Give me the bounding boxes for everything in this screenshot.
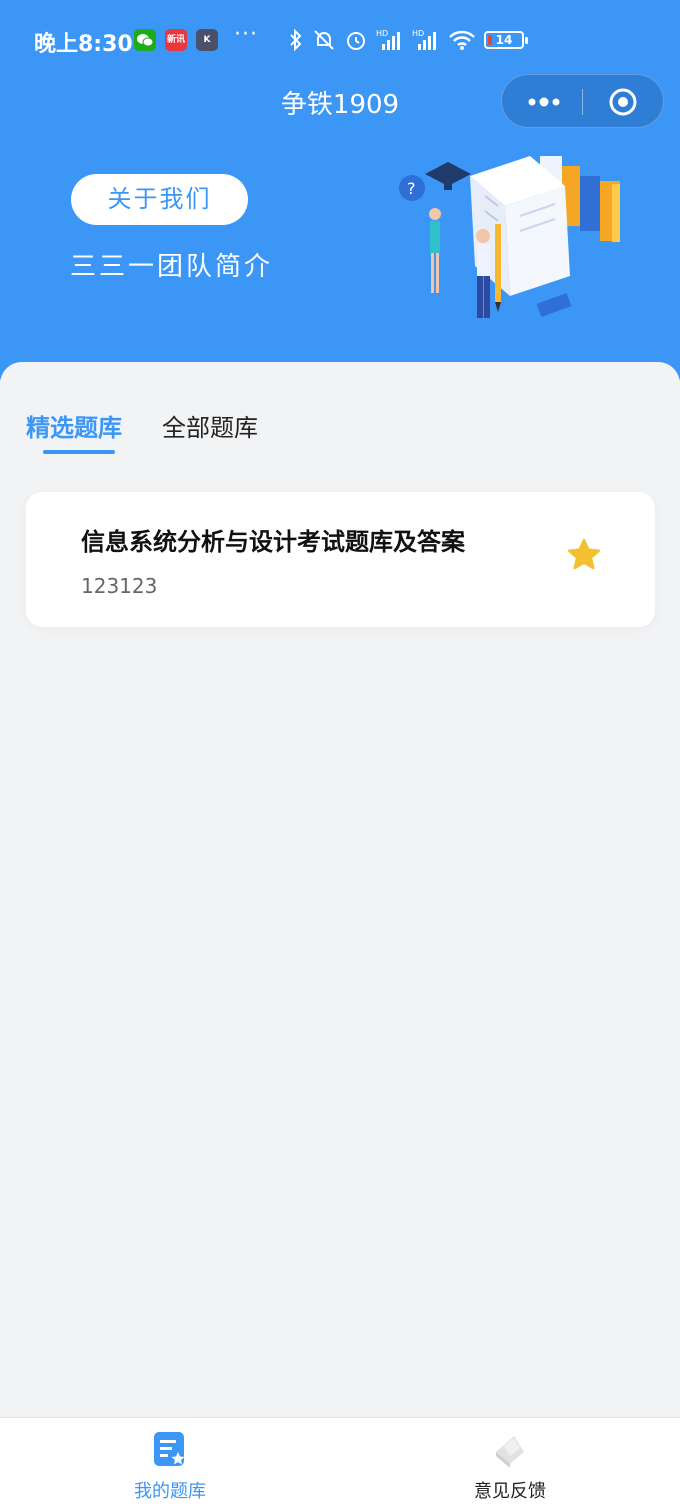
status-time: 晚上8:30 <box>34 32 133 57</box>
miniprogram-capsule <box>501 74 664 128</box>
star-icon[interactable] <box>565 536 603 574</box>
tabbar-label-feedback: 意见反馈 <box>474 1481 546 1502</box>
system-icons: HD HD <box>288 26 476 54</box>
target-close-icon[interactable] <box>608 87 638 117</box>
about-us-button[interactable]: 关于我们 <box>71 174 248 225</box>
status-bar: 晚上8:30 新讯 K ··· HD HD 14 <box>0 0 680 80</box>
battery-percent: 14 <box>495 33 513 47</box>
svg-text:?: ? <box>407 179 416 198</box>
bank-title: 信息系统分析与设计考试题库及答案 <box>81 528 465 556</box>
tabbar-item-feedback[interactable]: 意见反馈 <box>340 1418 680 1511</box>
tabbar-label-my-banks: 我的题库 <box>134 1481 206 1502</box>
svg-text:HD: HD <box>412 29 424 38</box>
tab-featured-banks[interactable]: 精选题库 <box>26 408 122 443</box>
signal-hd-icon: HD <box>376 29 400 50</box>
k-app-icon: K <box>196 29 218 51</box>
header-banner: 晚上8:30 新讯 K ··· HD HD 14 争铁1909 关于我们 三三一… <box>0 0 680 380</box>
bluetooth-icon <box>290 28 302 52</box>
education-illustration: ? <box>399 156 620 318</box>
tabbar-item-my-banks[interactable]: 我的题库 <box>0 1418 340 1511</box>
team-intro-text: 三三一团队简介 <box>70 252 274 282</box>
battery-indicator: 14 <box>484 31 528 49</box>
active-tab-indicator <box>43 450 115 454</box>
tab-all-banks[interactable]: 全部题库 <box>162 408 258 443</box>
battery-level <box>488 35 492 45</box>
news-app-icon: 新讯 <box>165 29 187 51</box>
mute-bell-icon <box>314 30 334 50</box>
signal-hd-icon-2: HD <box>412 29 436 50</box>
question-bank-card[interactable]: 信息系统分析与设计考试题库及答案 123123 <box>26 492 655 627</box>
question-bank-icon <box>154 1432 185 1466</box>
feedback-icon <box>496 1436 524 1468</box>
alarm-icon <box>347 32 365 50</box>
capsule-divider <box>582 89 583 115</box>
bottom-tab-bar: 我的题库 意见反馈 <box>0 1417 680 1511</box>
svg-text:HD: HD <box>376 29 388 38</box>
wifi-icon <box>449 30 475 50</box>
bank-subtitle: 123123 <box>81 574 158 598</box>
wechat-icon <box>134 29 156 51</box>
more-dots-icon[interactable] <box>522 87 566 117</box>
notification-more-icon: ··· <box>234 22 258 47</box>
